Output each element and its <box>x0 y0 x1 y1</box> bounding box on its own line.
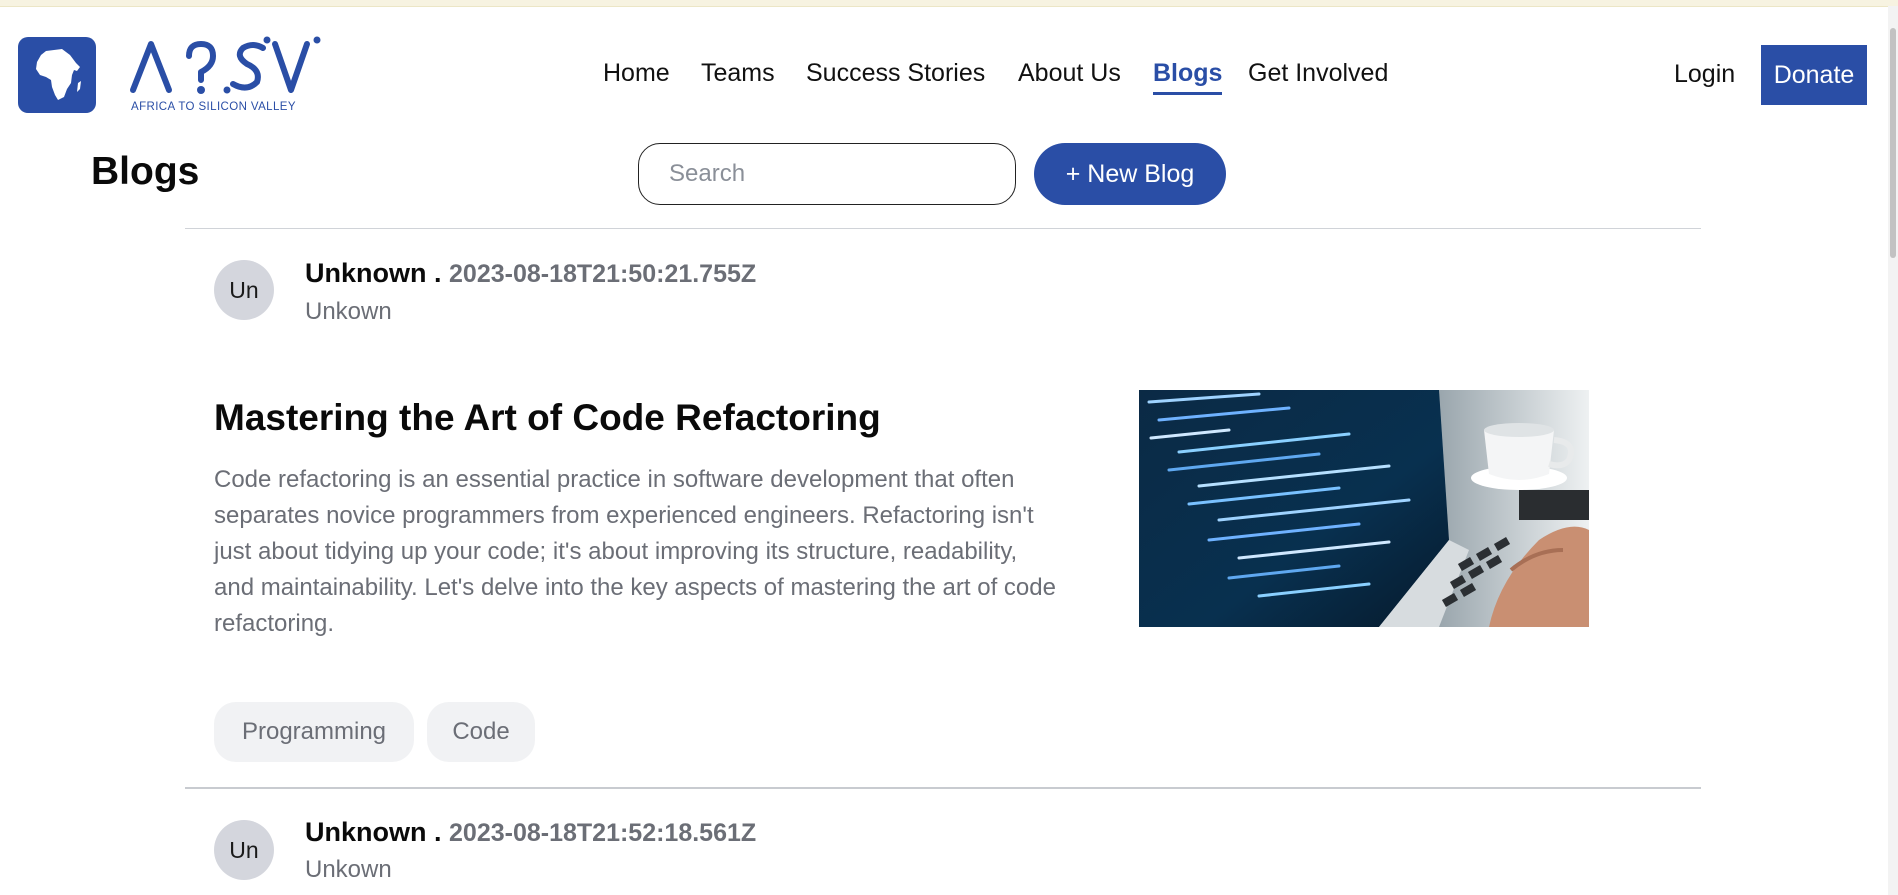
nav-teams[interactable]: Teams <box>701 55 775 91</box>
main-nav: Home Teams Success Stories About Us Blog… <box>0 55 1898 95</box>
post-date: 2023-08-18T21:52:18.561Z <box>449 819 757 847</box>
active-nav-underline <box>1153 92 1223 95</box>
nav-get-involved[interactable]: Get Involved <box>1248 55 1388 91</box>
blog-title[interactable]: Mastering the Art of Code Refactoring <box>214 395 881 441</box>
author-line: Unknown . 2023-08-18T21:52:18.561Z <box>305 815 756 850</box>
author-role: Unkown <box>305 298 392 325</box>
page: AFRICA TO SILICON VALLEY Home Teams Succ… <box>0 0 1898 895</box>
brand-tagline: AFRICA TO SILICON VALLEY <box>131 101 296 113</box>
author-name: Unknown . <box>305 817 442 847</box>
search-input[interactable] <box>638 143 1016 205</box>
divider <box>185 228 1701 229</box>
author-role: Unkown <box>305 856 392 883</box>
nav-blogs[interactable]: Blogs <box>1153 55 1223 95</box>
nav-home[interactable]: Home <box>603 55 670 91</box>
author-name: Unknown . <box>305 258 442 288</box>
donate-button[interactable]: Donate <box>1761 45 1867 105</box>
blog-excerpt: Code refactoring is an essential practic… <box>214 466 1056 637</box>
blog-thumbnail-image[interactable] <box>1139 390 1589 627</box>
scrollbar-thumb[interactable] <box>1890 28 1896 258</box>
post-date: 2023-08-18T21:50:21.755Z <box>449 260 757 288</box>
tag-chip[interactable]: Programming <box>214 702 414 762</box>
nav-blogs-label: Blogs <box>1153 59 1223 87</box>
nav-success-stories[interactable]: Success Stories <box>806 55 985 91</box>
tag-chip[interactable]: Code <box>427 702 535 762</box>
page-title: Blogs <box>91 150 200 193</box>
login-link[interactable]: Login <box>1674 56 1735 92</box>
avatar: Un <box>214 820 274 880</box>
nav-about-us[interactable]: About Us <box>1018 55 1121 91</box>
author-line: Unknown . 2023-08-18T21:50:21.755Z <box>305 256 756 291</box>
new-blog-button[interactable]: + New Blog <box>1034 143 1226 205</box>
avatar: Un <box>214 260 274 320</box>
browser-top-strip <box>0 0 1898 7</box>
divider <box>185 787 1701 789</box>
